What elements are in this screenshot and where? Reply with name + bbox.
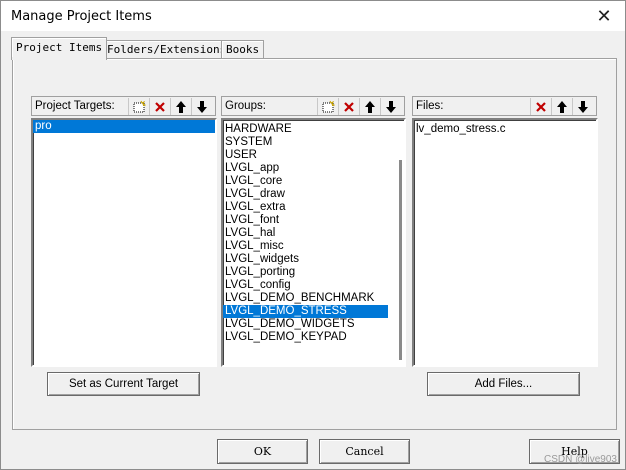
- list-item[interactable]: lv_demo_stress.c: [414, 123, 596, 136]
- move-down-icon[interactable]: [191, 98, 212, 115]
- set-as-current-target-button[interactable]: Set as Current Target: [47, 372, 200, 396]
- list-item[interactable]: LVGL_config: [223, 279, 404, 292]
- list-item[interactable]: LVGL_app: [223, 162, 404, 175]
- list-item[interactable]: LVGL_widgets: [223, 253, 404, 266]
- new-item-icon[interactable]: [317, 98, 338, 115]
- tab-label: Folders/Extensions: [107, 43, 227, 56]
- delete-icon[interactable]: [149, 98, 170, 115]
- dialog-title: Manage Project Items: [11, 9, 152, 24]
- move-up-icon[interactable]: [551, 98, 572, 115]
- close-icon[interactable]: ✕: [589, 3, 619, 29]
- targets-header: Project Targets:: [31, 96, 216, 116]
- groups-header: Groups:: [221, 96, 405, 116]
- files-list[interactable]: lv_demo_stress.c: [412, 118, 598, 367]
- move-down-icon[interactable]: [380, 98, 401, 115]
- list-item[interactable]: LVGL_font: [223, 214, 404, 227]
- targets-label: Project Targets:: [35, 100, 115, 112]
- files-label: Files:: [416, 100, 444, 112]
- title-bar: Manage Project Items ✕: [1, 1, 625, 31]
- targets-list[interactable]: pro: [31, 118, 217, 367]
- button-label: Add Files...: [474, 378, 533, 390]
- list-item[interactable]: LVGL_hal: [223, 227, 404, 240]
- list-item[interactable]: LVGL_porting: [223, 266, 404, 279]
- list-item[interactable]: pro: [33, 120, 215, 133]
- list-item[interactable]: HARDWARE: [223, 123, 404, 136]
- move-down-icon[interactable]: [572, 98, 593, 115]
- scrollbar-thumb[interactable]: [399, 160, 402, 360]
- add-files-button[interactable]: Add Files...: [427, 372, 580, 396]
- tab-folders-extensions[interactable]: Folders/Extensions: [102, 40, 232, 59]
- list-item[interactable]: LVGL_DEMO_BENCHMARK: [223, 292, 404, 305]
- groups-list[interactable]: HARDWARE SYSTEM USER LVGL_app LVGL_core …: [221, 118, 406, 367]
- list-item-selected[interactable]: LVGL_DEMO_STRESS: [223, 305, 388, 318]
- list-item[interactable]: LVGL_misc: [223, 240, 404, 253]
- list-item[interactable]: LVGL_DEMO_WIDGETS: [223, 318, 404, 331]
- files-header: Files:: [412, 96, 597, 116]
- list-item[interactable]: LVGL_DEMO_KEYPAD: [223, 331, 404, 344]
- button-label: Set as Current Target: [68, 378, 179, 390]
- active-tab-join: [12, 57, 100, 60]
- manage-project-items-dialog: Manage Project Items ✕ Project Items Fol…: [0, 0, 626, 470]
- list-item[interactable]: SYSTEM: [223, 136, 404, 149]
- list-item[interactable]: LVGL_draw: [223, 188, 404, 201]
- tab-books[interactable]: Books: [221, 40, 265, 59]
- list-item[interactable]: USER: [223, 149, 404, 162]
- groups-label: Groups:: [225, 100, 266, 112]
- tab-label: Project Items: [16, 41, 103, 54]
- move-up-icon[interactable]: [359, 98, 380, 115]
- list-item[interactable]: LVGL_extra: [223, 201, 404, 214]
- tab-label: Books: [226, 43, 260, 56]
- ok-button[interactable]: OK: [217, 439, 308, 464]
- delete-icon[interactable]: [530, 98, 551, 115]
- move-up-icon[interactable]: [170, 98, 191, 115]
- delete-icon[interactable]: [338, 98, 359, 115]
- watermark: CSDN @live903: [544, 454, 617, 465]
- new-item-icon[interactable]: [128, 98, 149, 115]
- button-label: Cancel: [345, 445, 384, 458]
- button-label: OK: [253, 445, 272, 458]
- list-item[interactable]: LVGL_core: [223, 175, 404, 188]
- cancel-button[interactable]: Cancel: [319, 439, 410, 464]
